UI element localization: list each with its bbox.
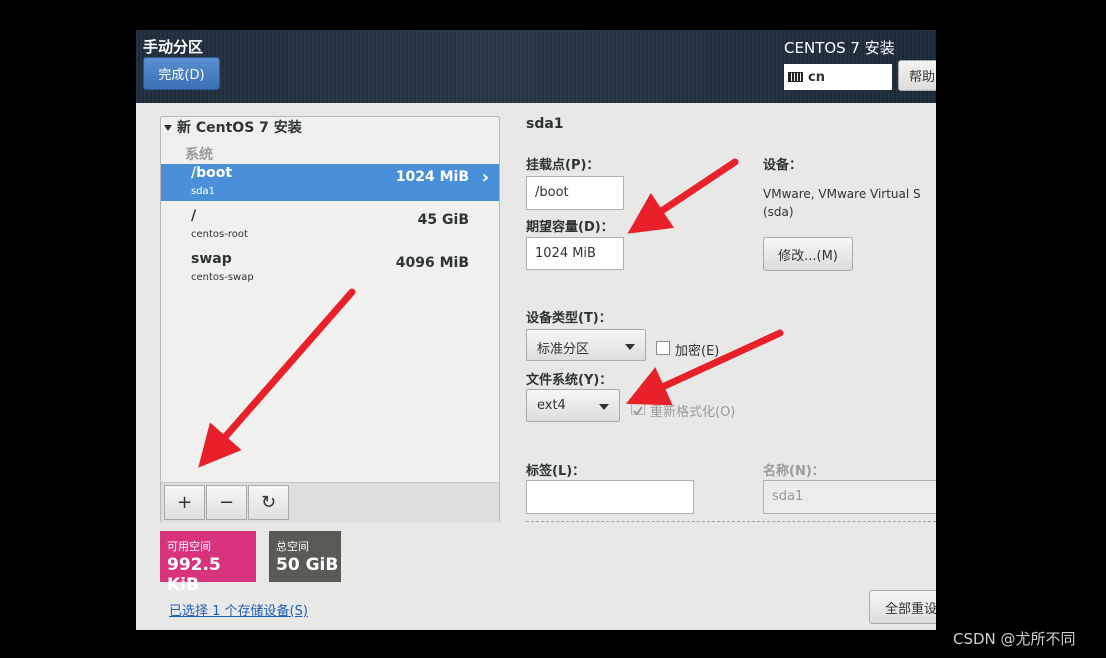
device-type-select[interactable]: 标准分区	[526, 329, 646, 361]
name-label: 名称(N)：	[763, 464, 825, 479]
desired-capacity-label: 期望容量(D)：	[526, 220, 614, 235]
mount-point-input[interactable]: /boot	[526, 176, 624, 210]
available-space-box: 可用空间 992.5 KiB	[160, 531, 256, 595]
installer-window: 手动分区 完成(D) CENTOS 7 安装 cn 帮助 新 CentOS 7 …	[136, 30, 936, 630]
reformat-label: 重新格式化(O)	[650, 405, 736, 420]
reformat-checkbox[interactable]	[631, 401, 645, 416]
partition-device: centos-root	[191, 229, 248, 240]
total-space-label: 总空间	[276, 540, 309, 553]
keyboard-icon	[788, 72, 803, 82]
available-space-label: 可用空间	[167, 540, 211, 553]
checkmark-icon	[633, 406, 643, 416]
help-button[interactable]: 帮助	[898, 60, 936, 91]
partition-mount: /	[191, 208, 197, 224]
modify-button[interactable]: 修改...(M)	[763, 237, 853, 271]
partition-mount: swap	[191, 251, 232, 267]
partition-row-boot[interactable]: /boot sda1 1024 MiB ›	[161, 164, 499, 201]
encrypt-label: 加密(E)	[675, 344, 720, 359]
storage-devices-link[interactable]: 已选择 1 个存储设备(S)	[169, 600, 308, 619]
divider	[526, 521, 936, 522]
total-space-value: 50 GiB	[276, 555, 339, 575]
system-group-label: 系统	[185, 147, 213, 163]
total-space-box: 总空间 50 GiB	[269, 531, 341, 582]
install-group-title: 新 CentOS 7 安装	[177, 120, 302, 136]
refresh-button[interactable]: ↻	[248, 485, 289, 520]
available-space-value: 992.5 KiB	[167, 555, 221, 595]
partition-size: 4096 MiB	[395, 255, 469, 271]
desired-capacity-input[interactable]: 1024 MiB	[526, 237, 624, 270]
expander-triangle-icon	[164, 125, 172, 131]
chevron-right-icon: ›	[481, 167, 489, 188]
filesystem-select[interactable]: ext4	[526, 389, 620, 422]
page-title: 手动分区	[143, 38, 204, 56]
device-sub: (sda)	[763, 205, 794, 219]
tag-input[interactable]	[526, 480, 694, 514]
name-input[interactable]: sda1	[763, 480, 936, 514]
filesystem-value: ext4	[537, 398, 566, 413]
remove-partition-button[interactable]: −	[206, 485, 247, 520]
refresh-icon: ↻	[260, 492, 277, 513]
filesystem-label: 文件系统(Y)：	[526, 373, 613, 388]
partition-device: centos-swap	[191, 272, 254, 283]
keyboard-layout-indicator[interactable]: cn	[784, 64, 892, 90]
product-title: CENTOS 7 安装	[784, 39, 895, 57]
add-partition-button[interactable]: +	[164, 485, 205, 520]
dropdown-arrow-icon	[625, 344, 635, 350]
partition-device: sda1	[191, 186, 216, 197]
device-type-label: 设备类型(T)：	[526, 311, 612, 326]
watermark: CSDN @尤所不同	[953, 630, 1076, 648]
device-label: 设备：	[763, 158, 803, 173]
partition-size: 1024 MiB	[395, 169, 469, 185]
done-button[interactable]: 完成(D)	[143, 57, 220, 90]
reset-all-button[interactable]: 全部重设	[869, 590, 936, 624]
tag-label: 标签(L)：	[526, 464, 586, 479]
device-value: VMware, VMware Virtual S	[763, 187, 921, 201]
partition-row-root[interactable]: / centos-root 45 GiB	[161, 207, 499, 244]
device-type-value: 标准分区	[537, 342, 590, 357]
plus-icon: +	[176, 492, 193, 513]
minus-icon: −	[218, 492, 235, 513]
partition-size: 45 GiB	[417, 212, 469, 228]
install-group-header[interactable]: 新 CentOS 7 安装	[164, 117, 302, 137]
mount-point-label: 挂载点(P)：	[526, 158, 600, 173]
partition-mount: /boot	[191, 165, 233, 181]
detail-title: sda1	[526, 116, 564, 132]
encrypt-checkbox[interactable]	[656, 341, 670, 355]
keyboard-layout-label: cn	[808, 69, 825, 85]
partition-row-swap[interactable]: swap centos-swap 4096 MiB	[161, 250, 499, 287]
dropdown-arrow-icon	[599, 404, 609, 410]
